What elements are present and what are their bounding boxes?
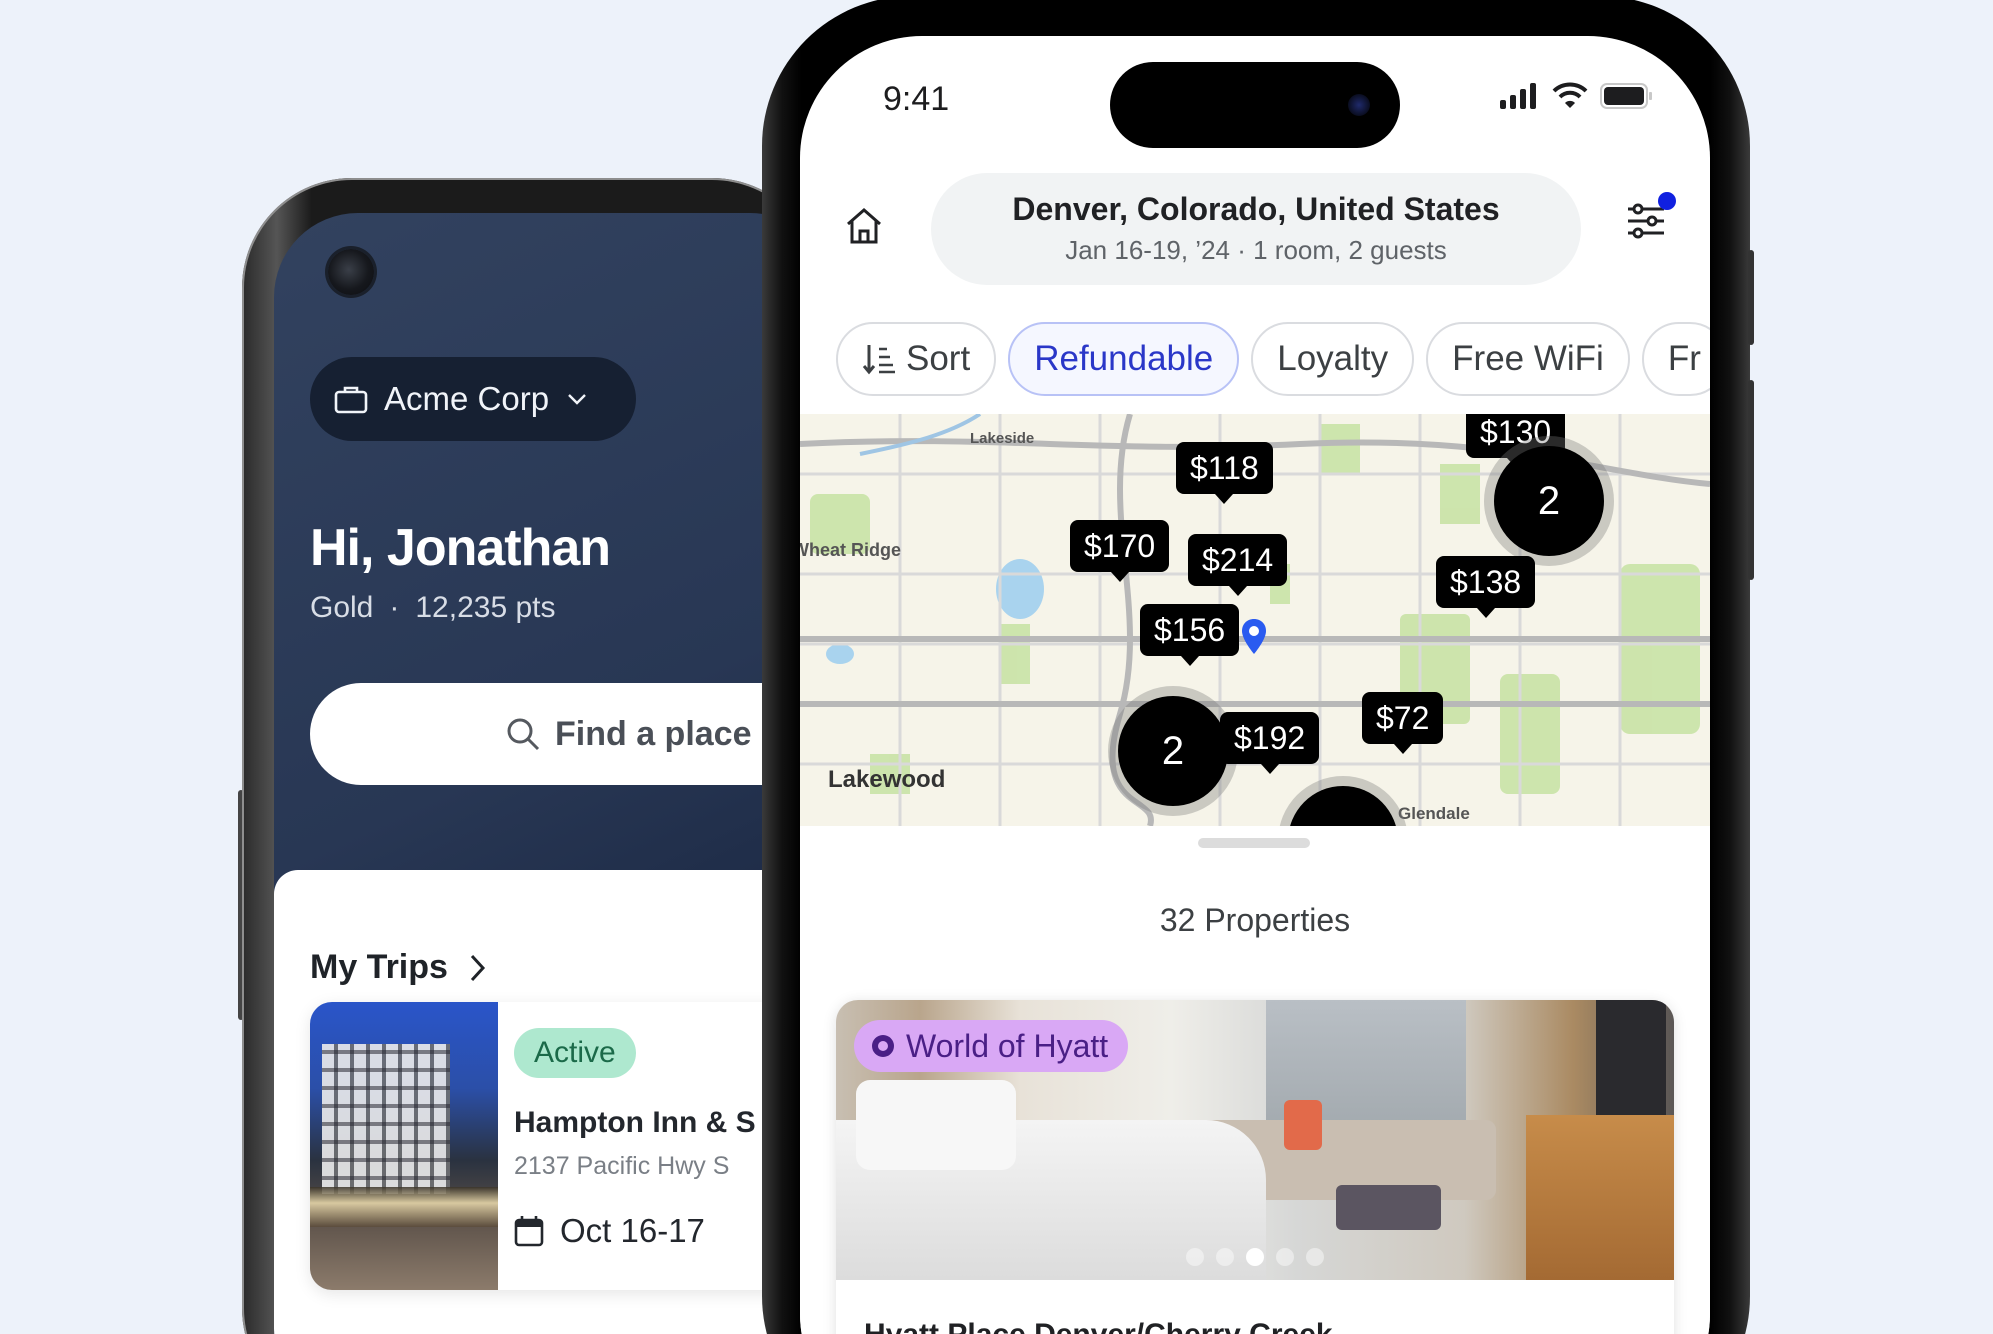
chevron-down-icon [568, 394, 586, 405]
chip-label: Refundable [1034, 339, 1214, 378]
map-label-lakewood: Lakewood [828, 766, 946, 793]
results-sheet: 32 Properties World of Hyatt Hyatt Place… [800, 826, 1710, 1334]
my-trips-heading: My Trips [310, 948, 448, 986]
map-label-wheat-ridge: Wheat Ridge [800, 540, 902, 560]
right-phone-screen: 9:41 Denver, Colorado, United States Jan… [800, 36, 1710, 1334]
chip-loyalty[interactable]: Loyalty [1251, 322, 1415, 396]
chip-sort[interactable]: Sort [836, 322, 997, 396]
hyatt-logo-icon [872, 1035, 894, 1057]
trip-dates: Oct 16-17 [514, 1212, 705, 1250]
home-button[interactable] [845, 206, 883, 251]
price-pin[interactable]: $72 [1362, 692, 1444, 754]
trip-dates-label: Oct 16-17 [560, 1212, 705, 1249]
separator: · [389, 591, 400, 624]
find-place-search[interactable]: Find a place [310, 683, 834, 785]
sort-icon [862, 345, 895, 375]
price-pin[interactable]: $192 [1220, 712, 1320, 774]
trip-hotel-address: 2137 Pacific Hwy S [514, 1152, 730, 1180]
hotel-photo [310, 1002, 498, 1290]
loyalty-summary: Gold · 12,235 pts [310, 591, 556, 625]
carousel-dot[interactable] [1216, 1248, 1234, 1266]
map-label-lakeside: Lakeside [970, 430, 1035, 447]
cluster-pin[interactable]: 2 [1118, 696, 1228, 806]
status-badge: Active [514, 1028, 636, 1078]
right-phone-side-button [1748, 250, 1754, 345]
search-dates-guests: Jan 16-19, ’24 · 1 room, 2 guests [1065, 235, 1447, 265]
home-icon [847, 208, 881, 244]
price-pin[interactable]: $170 [1070, 520, 1170, 582]
chip-label: Fr [1667, 339, 1701, 378]
carousel-dot-active[interactable] [1246, 1248, 1264, 1266]
brand-badge: World of Hyatt [854, 1020, 1129, 1072]
org-selector[interactable]: Acme Corp [310, 357, 636, 441]
chip-label: Loyalty [1277, 339, 1389, 378]
price-pin[interactable]: $118 [1176, 442, 1273, 504]
calendar-icon [514, 1216, 544, 1247]
cluster-pin[interactable]: 2 [1494, 446, 1604, 556]
location-marker-icon [1242, 619, 1266, 654]
price-pin[interactable]: $138 [1436, 556, 1536, 618]
my-trips-link[interactable]: My Trips [310, 948, 486, 987]
search-placeholder: Find a place [555, 714, 752, 753]
carousel-dot[interactable] [1186, 1248, 1204, 1266]
front-camera [328, 249, 374, 295]
trip-card[interactable]: Active Hampton Inn & S 2137 Pacific Hwy … [310, 1002, 834, 1290]
properties-count: 32 Properties [1159, 902, 1351, 938]
left-phone-screen: Acme Corp Hi, Jonathan Gold · 12,235 pts F… [274, 213, 834, 1334]
property-photo-carousel[interactable]: World of Hyatt [836, 1000, 1674, 1280]
points-label: 12,235 pts [415, 591, 556, 624]
filter-active-indicator [1658, 192, 1676, 210]
map-view[interactable]: Lakeside Wheat Ridge Lakewood Glendale $… [800, 414, 1710, 826]
org-selector-label: Acme Corp [384, 380, 550, 417]
brand-badge-label: World of Hyatt [906, 1027, 1109, 1064]
briefcase-icon [334, 386, 368, 414]
trip-hotel-name: Hampton Inn & S [514, 1106, 756, 1139]
price-pin[interactable]: $156 [1140, 604, 1240, 666]
battery-icon [1600, 83, 1652, 109]
sheet-drag-handle[interactable] [1198, 838, 1310, 848]
chip-free-wifi[interactable]: Free WiFi [1426, 322, 1630, 396]
chip-label: Sort [906, 339, 971, 378]
search-icon [507, 718, 540, 751]
wifi-icon [1552, 82, 1588, 108]
search-location: Denver, Colorado, United States [1012, 191, 1500, 227]
status-time: 9:41 [883, 80, 950, 118]
tier-label: Gold [310, 591, 374, 624]
right-phone-power-button [1748, 380, 1754, 580]
status-icons [1500, 82, 1654, 110]
filter-button[interactable] [1626, 201, 1666, 246]
carousel-dot[interactable] [1306, 1248, 1324, 1266]
price-pin[interactable]: $214 [1188, 534, 1288, 596]
dynamic-island [1110, 62, 1400, 148]
property-card[interactable]: World of Hyatt Hyatt Place Denver/Cherry… [836, 1000, 1674, 1334]
property-name: Hyatt Place Denver/Cherry Creek [864, 1318, 1333, 1334]
carousel-dots [836, 1248, 1674, 1266]
trips-section: My Trips Active Hampton Inn & S 2137 Pac… [274, 870, 834, 1334]
filter-chips: Sort Refundable Loyalty Free WiFi Fr [836, 322, 1710, 396]
search-summary-pill[interactable]: Denver, Colorado, United States Jan 16-1… [931, 173, 1581, 285]
carousel-dot[interactable] [1276, 1248, 1294, 1266]
signal-icon [1500, 83, 1536, 109]
chevron-right-icon [470, 954, 485, 981]
map-label-glendale: Glendale [1398, 804, 1470, 823]
chip-more[interactable]: Fr [1641, 322, 1710, 396]
chip-refundable[interactable]: Refundable [1008, 322, 1240, 396]
greeting-heading: Hi, Jonathan [310, 519, 611, 577]
chip-label: Free WiFi [1452, 339, 1604, 378]
